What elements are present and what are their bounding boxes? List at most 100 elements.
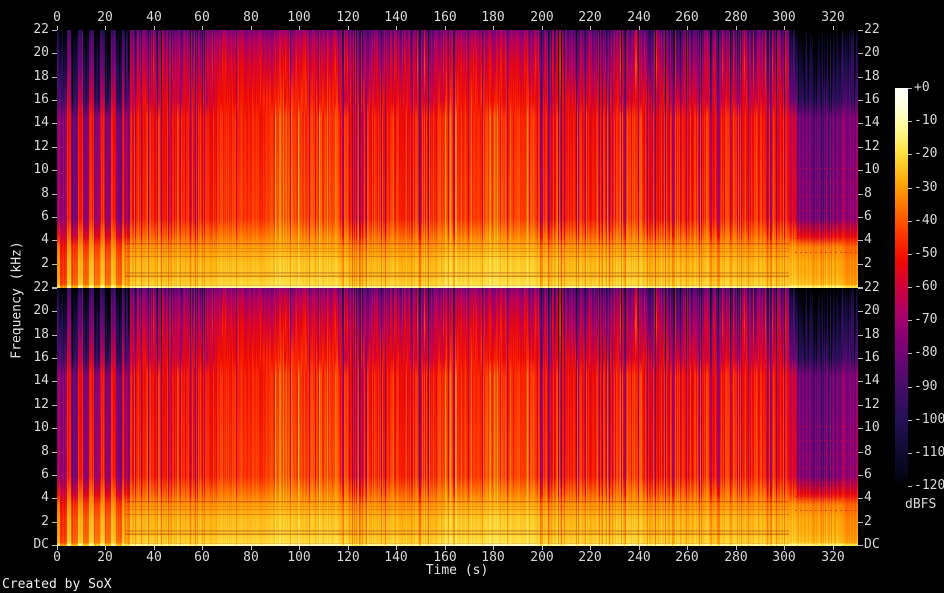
time-tick-label-bottom: 0 — [53, 550, 61, 565]
freq-tick-right — [858, 194, 863, 195]
colorbar-tick — [908, 121, 912, 122]
time-tick-top — [299, 26, 300, 30]
freq-tick-label-right: 18 — [864, 327, 880, 342]
freq-tick-label-right: 8 — [864, 444, 872, 459]
freq-tick-right — [858, 522, 863, 523]
time-tick-label-bottom: 60 — [194, 550, 210, 565]
time-tick-label-bottom: 200 — [530, 550, 554, 565]
freq-tick-right — [858, 147, 863, 148]
time-tick-label-bottom: 80 — [243, 550, 259, 565]
freq-tick-right — [858, 264, 863, 265]
freq-tick-left — [52, 475, 57, 476]
colorbar-tick — [908, 353, 912, 354]
colorbar-tick-label: -80 — [914, 345, 938, 360]
freq-tick-label-right: 12 — [864, 139, 880, 154]
freq-tick-label-right: 14 — [864, 373, 880, 388]
freq-tick-label-right: 8 — [864, 186, 872, 201]
freq-tick-right — [858, 100, 863, 101]
freq-tick-label-left: 20 — [33, 303, 49, 318]
sox-spectrogram-image: 0 0 20 20 40 40 60 60 80 80 100 100 120 120 140 140 160 1… — [0, 0, 944, 593]
freq-tick-label-right: 4 — [864, 490, 872, 505]
freq-tick-left — [52, 240, 57, 241]
freq-tick-label-right: 16 — [864, 350, 880, 365]
freq-tick-label-right: 12 — [864, 397, 880, 412]
colorbar-tick-label: -90 — [914, 379, 938, 394]
colorbar-tick — [908, 320, 912, 321]
time-tick-label-bottom: 240 — [627, 550, 651, 565]
freq-tick-label-left: 8 — [41, 444, 49, 459]
freq-tick-left — [52, 288, 57, 289]
freq-tick-right — [858, 30, 863, 31]
colorbar-tick-label: -50 — [914, 246, 938, 261]
freq-tick-label-right: 2 — [864, 514, 872, 529]
time-tick-top — [736, 26, 737, 30]
time-tick-label-top: 160 — [433, 10, 457, 25]
freq-tick-right — [858, 452, 863, 453]
time-tick-top — [105, 26, 106, 30]
time-tick-top — [57, 26, 58, 30]
freq-tick-label-left: 12 — [33, 139, 49, 154]
freq-tick-left-dc — [52, 545, 57, 546]
time-tick-label-top: 60 — [194, 10, 210, 25]
freq-tick-left — [52, 147, 57, 148]
freq-tick-left — [52, 100, 57, 101]
freq-tick-label-left: 4 — [41, 232, 49, 247]
colorbar-tick — [908, 387, 912, 388]
y-axis-title: Frequency (kHz) — [9, 241, 25, 359]
freq-tick-label-right: 20 — [864, 45, 880, 60]
time-tick-top — [396, 26, 397, 30]
freq-tick-label-right: 6 — [864, 209, 872, 224]
time-tick-label-bottom: 220 — [578, 550, 602, 565]
spectrogram-canvas — [57, 30, 858, 546]
colorbar-tick — [908, 154, 912, 155]
colorbar-tick-label: -120 — [914, 478, 944, 493]
colorbar-tick-label: -60 — [914, 279, 938, 294]
time-tick-label-top: 0 — [53, 10, 61, 25]
freq-tick-left — [52, 123, 57, 124]
time-tick-top — [445, 26, 446, 30]
colorbar-tick-label: -110 — [914, 445, 944, 460]
freq-tick-left — [52, 428, 57, 429]
sox-credit: Created by SoX — [2, 577, 112, 592]
freq-tick-label-left: 10 — [33, 420, 49, 435]
freq-tick-label-left: 8 — [41, 186, 49, 201]
freq-tick-right — [858, 123, 863, 124]
time-tick-label-top: 240 — [627, 10, 651, 25]
freq-tick-label-right: 10 — [864, 420, 880, 435]
time-tick-label-bottom: 140 — [384, 550, 408, 565]
time-tick-top — [251, 26, 252, 30]
time-tick-label-top: 260 — [675, 10, 699, 25]
freq-tick-right — [858, 405, 863, 406]
time-tick-label-bottom: 100 — [287, 550, 311, 565]
freq-tick-label-left: 16 — [33, 92, 49, 107]
time-tick-label-bottom: 40 — [146, 550, 162, 565]
time-tick-label-top: 80 — [243, 10, 259, 25]
freq-tick-left — [52, 452, 57, 453]
freq-tick-label-left: 20 — [33, 45, 49, 60]
freq-tick-label-left: 12 — [33, 397, 49, 412]
freq-tick-label-right: 10 — [864, 162, 880, 177]
freq-tick-right — [858, 498, 863, 499]
time-tick-label-bottom: 120 — [336, 550, 360, 565]
time-tick-label-bottom: 260 — [675, 550, 699, 565]
colorbar-tick — [908, 486, 912, 487]
freq-tick-left — [52, 30, 57, 31]
time-tick-top — [833, 26, 834, 30]
colorbar-tick-label: -10 — [914, 113, 938, 128]
freq-tick-left — [52, 77, 57, 78]
freq-tick-label-left: 16 — [33, 350, 49, 365]
colorbar-tick-label: -70 — [914, 312, 938, 327]
time-tick-top — [542, 26, 543, 30]
time-tick-label-top: 120 — [336, 10, 360, 25]
freq-tick-left — [52, 170, 57, 171]
colorbar-tick-label: -30 — [914, 180, 938, 195]
time-tick-label-top: 180 — [481, 10, 505, 25]
freq-tick-left — [52, 264, 57, 265]
freq-tick-label-right: 20 — [864, 303, 880, 318]
time-tick-label-top: 200 — [530, 10, 554, 25]
freq-tick-label-right: 16 — [864, 92, 880, 107]
time-tick-label-top: 140 — [384, 10, 408, 25]
freq-tick-label-left: 14 — [33, 373, 49, 388]
freq-tick-left — [52, 217, 57, 218]
freq-tick-label-left: 6 — [41, 209, 49, 224]
